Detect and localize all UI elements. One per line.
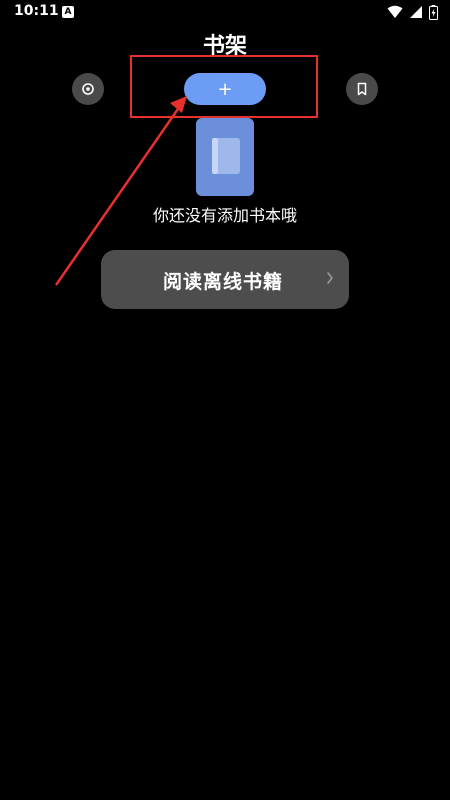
read-offline-books-label: 阅读离线书籍 <box>163 271 284 293</box>
settings-button[interactable] <box>72 73 104 105</box>
wifi-icon <box>387 5 403 18</box>
highlight-annotation-box <box>130 55 318 118</box>
read-offline-books-button[interactable]: 阅读离线书籍 <box>101 250 349 309</box>
book-icon <box>196 118 254 196</box>
bookmark-icon <box>357 82 367 96</box>
bookmark-button[interactable] <box>346 73 378 105</box>
status-bar: 10:11 A <box>0 0 450 24</box>
empty-state-message: 你还没有添加书本哦 <box>152 206 297 225</box>
status-indicators <box>387 4 438 20</box>
notification-app-icon: A <box>62 6 74 18</box>
battery-icon <box>429 4 438 20</box>
cellular-signal-icon <box>410 6 422 18</box>
settings-dot-icon <box>82 83 94 95</box>
status-time: 10:11 <box>14 3 59 19</box>
screen: 10:11 A 书架 + 你还没有添加书本哦 阅读离线书籍 <box>0 0 450 800</box>
chevron-right-icon <box>327 272 333 284</box>
